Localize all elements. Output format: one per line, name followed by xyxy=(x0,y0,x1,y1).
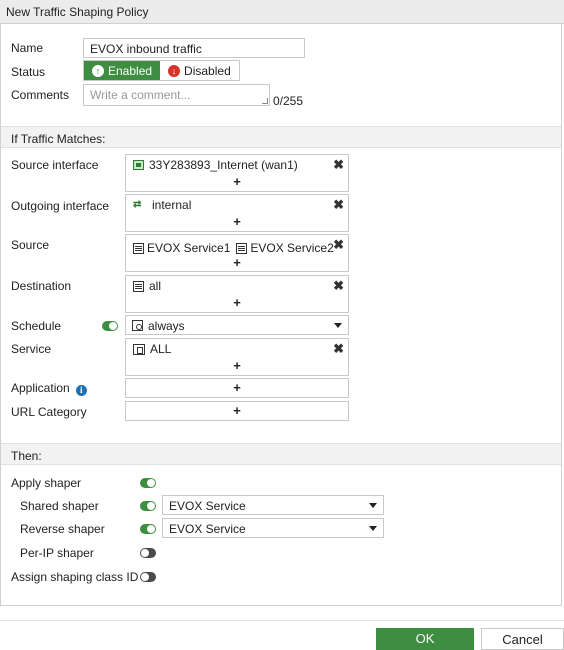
name-input[interactable]: EVOX inbound traffic xyxy=(83,38,305,58)
service-icon xyxy=(133,343,145,355)
address-icon xyxy=(236,242,248,254)
comments-counter: 0/255 xyxy=(273,94,304,108)
per-ip-shaper-toggle[interactable] xyxy=(140,548,156,558)
source-value-2[interactable]: EVOX Service2 xyxy=(250,241,333,255)
source-interface-label: Source interface xyxy=(11,158,99,172)
service-label: Service xyxy=(11,342,52,356)
add-destination-button[interactable]: + xyxy=(126,295,348,310)
assign-class-toggle[interactable] xyxy=(140,572,156,582)
reverse-shaper-value: EVOX Service xyxy=(169,522,246,536)
status-enabled-button[interactable]: ↑ Enabled xyxy=(84,61,161,80)
source-value-1[interactable]: EVOX Service1 xyxy=(147,241,230,255)
resize-handle-icon[interactable] xyxy=(262,98,268,104)
network-port-icon xyxy=(133,160,144,170)
url-category-field[interactable]: + xyxy=(125,401,349,421)
then-section-header: Then: xyxy=(1,443,561,465)
policy-form-panel: Name EVOX inbound traffic Status ↑ Enabl… xyxy=(0,24,562,606)
destination-label: Destination xyxy=(11,279,72,293)
add-application-button[interactable]: + xyxy=(126,380,348,395)
source-field[interactable]: EVOX Service1 EVOX Service2 ✖ + xyxy=(125,234,349,272)
status-label: Status xyxy=(11,65,46,79)
shared-shaper-select[interactable]: EVOX Service xyxy=(162,495,384,515)
assign-class-label: Assign shaping class ID xyxy=(11,570,139,584)
source-interface-entry[interactable]: 33Y283893_Internet (wan1) xyxy=(133,158,298,172)
matches-section-header: If Traffic Matches: xyxy=(1,126,561,148)
outgoing-interface-label: Outgoing interface xyxy=(11,199,110,213)
destination-value: all xyxy=(149,279,162,293)
add-source-button[interactable]: + xyxy=(126,255,348,270)
destination-entry[interactable]: all xyxy=(133,279,161,293)
add-outgoing-interface-button[interactable]: + xyxy=(126,214,348,229)
comments-placeholder: Write a comment... xyxy=(90,88,191,102)
close-icon[interactable]: ✖ xyxy=(333,157,344,173)
shared-shaper-toggle[interactable] xyxy=(140,501,156,511)
comments-textarea[interactable]: Write a comment... xyxy=(83,84,270,106)
source-entries: EVOX Service1 EVOX Service2 xyxy=(133,241,334,255)
shared-shaper-value: EVOX Service xyxy=(169,499,246,513)
address-icon xyxy=(133,242,144,254)
arrow-up-circle-icon: ↑ xyxy=(92,65,104,77)
status-disabled-button[interactable]: ↓ Disabled xyxy=(160,61,239,80)
shared-shaper-label: Shared shaper xyxy=(20,499,99,513)
cancel-button[interactable]: Cancel xyxy=(481,628,564,650)
chevron-down-icon xyxy=(369,526,377,531)
service-entry[interactable]: ALL xyxy=(133,342,171,356)
close-icon[interactable]: ✖ xyxy=(333,341,344,357)
apply-shaper-label: Apply shaper xyxy=(11,476,82,490)
source-interface-field[interactable]: 33Y283893_Internet (wan1) ✖ + xyxy=(125,154,349,192)
add-url-category-button[interactable]: + xyxy=(126,403,348,418)
close-icon[interactable]: ✖ xyxy=(333,197,344,213)
schedule-toggle[interactable] xyxy=(102,321,118,331)
schedule-label: Schedule xyxy=(11,319,62,333)
reverse-shaper-toggle[interactable] xyxy=(140,524,156,534)
comments-label: Comments xyxy=(11,88,70,102)
chevron-down-icon xyxy=(369,503,377,508)
service-field[interactable]: ALL ✖ + xyxy=(125,338,349,376)
reverse-shaper-select[interactable]: EVOX Service xyxy=(162,518,384,538)
close-icon[interactable]: ✖ xyxy=(333,278,344,294)
schedule-select[interactable]: always xyxy=(125,315,349,335)
address-icon xyxy=(133,280,144,292)
service-value: ALL xyxy=(150,342,172,356)
add-service-button[interactable]: + xyxy=(126,358,348,373)
status-toggle-group: ↑ Enabled ↓ Disabled xyxy=(83,60,240,81)
source-interface-value: 33Y283893_Internet (wan1) xyxy=(149,158,298,172)
apply-shaper-toggle[interactable] xyxy=(140,478,156,488)
name-label: Name xyxy=(11,41,44,55)
destination-field[interactable]: all ✖ + xyxy=(125,275,349,313)
status-enabled-label: Enabled xyxy=(108,64,153,78)
outgoing-interface-value: internal xyxy=(152,198,192,212)
dialog-title: New Traffic Shaping Policy xyxy=(0,0,564,24)
outgoing-interface-field[interactable]: ⇄ internal ✖ + xyxy=(125,194,349,232)
application-field[interactable]: + xyxy=(125,378,349,398)
dialog-footer xyxy=(0,620,564,650)
reverse-shaper-label: Reverse shaper xyxy=(20,522,105,536)
schedule-value: always xyxy=(148,319,185,333)
info-icon[interactable]: i xyxy=(75,385,87,396)
source-label: Source xyxy=(11,238,50,252)
per-ip-shaper-label: Per-IP shaper xyxy=(20,546,94,560)
outgoing-interface-entry[interactable]: ⇄ internal xyxy=(133,198,191,212)
close-icon[interactable]: ✖ xyxy=(333,237,344,253)
arrow-down-circle-icon: ↓ xyxy=(168,65,181,77)
chevron-down-icon xyxy=(334,323,342,328)
application-label-row: Application i xyxy=(11,381,87,396)
ok-button[interactable]: OK xyxy=(376,628,474,650)
zone-icon: ⇄ xyxy=(133,199,142,210)
application-label: Application xyxy=(11,381,70,395)
url-category-label: URL Category xyxy=(11,405,87,419)
schedule-icon xyxy=(132,320,143,331)
add-source-interface-button[interactable]: + xyxy=(126,174,348,189)
status-disabled-label: Disabled xyxy=(184,64,231,78)
